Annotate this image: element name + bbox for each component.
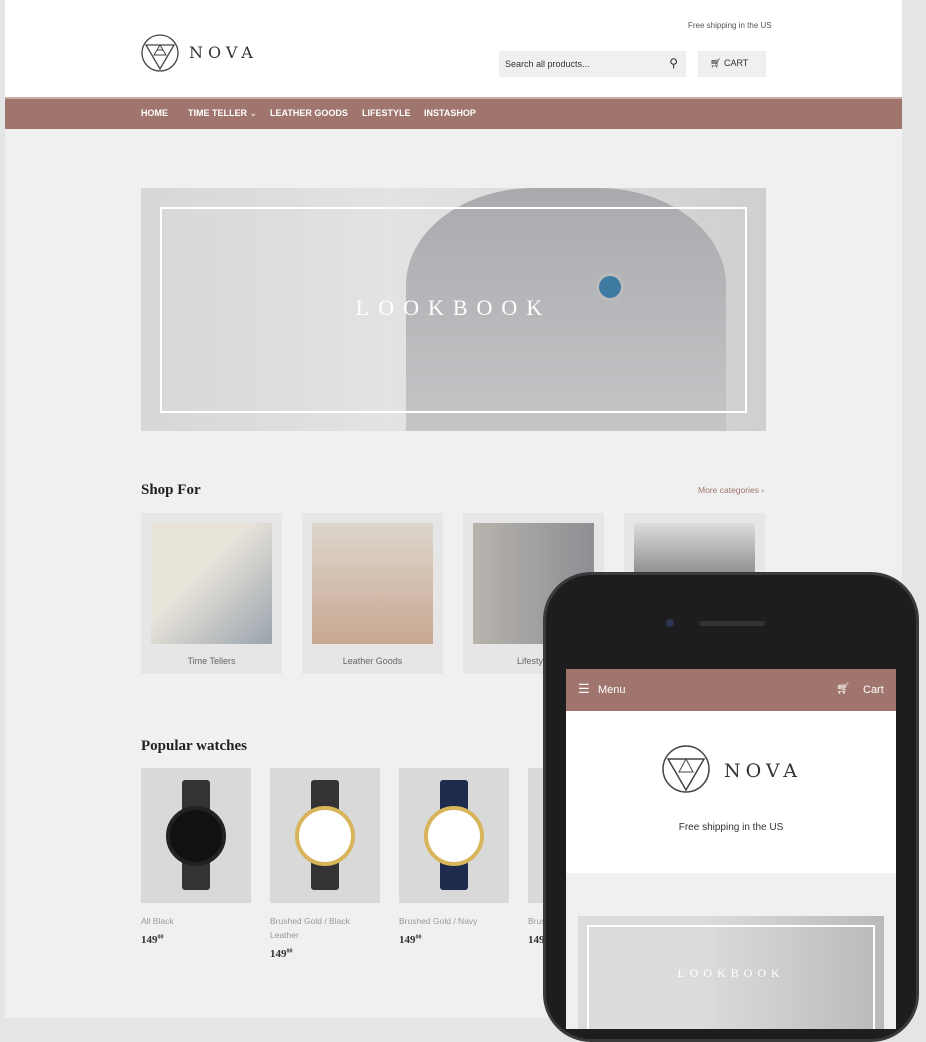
search-icon[interactable]: ⚲ <box>669 56 678 70</box>
shipping-notice: Free shipping in the US <box>688 21 772 30</box>
watch-face <box>166 805 226 866</box>
cart-icon: 🛒︎ <box>710 58 722 68</box>
price-cents: 00 <box>415 934 422 941</box>
header: NOVA Free shipping in the US Search all … <box>5 0 902 97</box>
product-card[interactable]: Brushed Gold / Navy 14900 <box>399 768 509 946</box>
mobile-hero-title: LOOKBOOK <box>677 966 785 980</box>
category-card[interactable]: Time Tellers <box>141 513 282 674</box>
speaker-grille <box>699 621 765 626</box>
menu-icon[interactable]: ☰ <box>578 681 590 697</box>
nav-leather-goods[interactable]: LEATHER GOODS <box>270 108 348 118</box>
more-categories-link[interactable]: More categories › <box>698 485 764 495</box>
hero-banner[interactable]: LOOKBOOK <box>141 188 766 431</box>
brand-name[interactable]: NOVA <box>189 43 258 62</box>
product-price: 14900 <box>141 934 251 946</box>
price-cents: 00 <box>286 948 293 955</box>
search-input[interactable]: Search all products... ⚲ <box>499 51 686 77</box>
product-image <box>270 768 380 903</box>
search-placeholder: Search all products... <box>505 59 590 69</box>
cart-button[interactable]: 🛒︎ CART <box>698 51 766 77</box>
nova-logo-icon <box>662 745 710 793</box>
product-name[interactable]: All Black <box>141 914 251 928</box>
price-whole: 149 <box>141 934 158 946</box>
nav-instashop[interactable]: INSTASHOP <box>424 108 476 118</box>
popular-watches-title: Popular watches <box>141 738 247 754</box>
product-name[interactable]: Brushed Gold / Black Leather <box>270 914 380 942</box>
product-name[interactable]: Brushed Gold / Navy <box>399 914 509 928</box>
price-whole: 149 <box>270 948 287 960</box>
mobile-cart-button[interactable]: Cart <box>863 684 884 696</box>
main-nav: HOME TIME TELLER ⌄ LEATHER GOODS LIFESTY… <box>5 97 902 129</box>
category-image <box>151 523 272 644</box>
price-whole: 149 <box>399 934 416 946</box>
price-cents: 00 <box>157 934 164 941</box>
mobile-shipping-notice: Free shipping in the US <box>678 822 784 833</box>
category-card[interactable]: Leather Goods <box>302 513 443 674</box>
nav-time-teller-label: TIME TELLER <box>188 108 247 118</box>
mobile-brand-name: NOVA <box>724 760 803 782</box>
shop-for-title: Shop For <box>141 482 201 498</box>
cart-icon[interactable]: 🛒︎ <box>836 682 850 695</box>
nav-time-teller[interactable]: TIME TELLER ⌄ <box>188 108 257 119</box>
mobile-screen: ☰ Menu 🛒︎ Cart NOVA Free shipping in the… <box>566 669 896 1029</box>
product-price: 14900 <box>270 948 380 960</box>
product-price: 14900 <box>399 934 509 946</box>
product-image <box>399 768 509 903</box>
mobile-menu-button[interactable]: Menu <box>598 684 626 696</box>
mobile-header: NOVA Free shipping in the US <box>566 711 896 873</box>
watch-face <box>424 805 484 866</box>
mobile-hero-banner[interactable]: LOOKBOOK <box>578 916 884 1029</box>
hero-title: LOOKBOOK <box>355 295 552 320</box>
nova-logo-icon[interactable] <box>140 33 180 73</box>
cart-label: CART <box>723 58 749 68</box>
category-image <box>312 523 433 644</box>
product-image <box>141 768 251 903</box>
nav-lifestyle[interactable]: LIFESTYLE <box>362 108 411 118</box>
product-card[interactable]: Brushed Gold / Black Leather 14900 <box>270 768 380 960</box>
product-card[interactable]: All Black 14900 <box>141 768 251 946</box>
category-label: Time Tellers <box>187 656 236 666</box>
nav-home[interactable]: HOME <box>141 108 168 118</box>
mobile-nav: ☰ Menu 🛒︎ Cart <box>566 669 896 711</box>
watch-face <box>295 805 355 866</box>
chevron-down-icon: ⌄ <box>249 108 258 118</box>
camera-icon <box>666 619 674 627</box>
category-label: Leather Goods <box>342 656 403 666</box>
mobile-phone-preview: ☰ Menu 🛒︎ Cart NOVA Free shipping in the… <box>543 572 919 1042</box>
